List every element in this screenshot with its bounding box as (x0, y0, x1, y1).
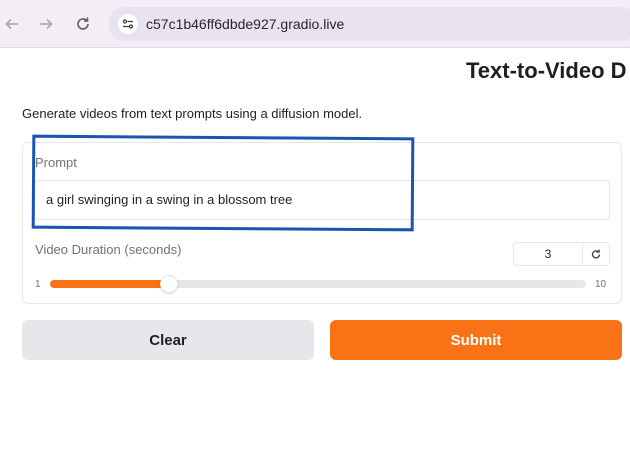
reset-icon[interactable] (582, 242, 610, 266)
duration-slider[interactable] (50, 275, 586, 293)
reload-icon[interactable] (71, 12, 95, 36)
duration-number-input[interactable]: 3 (513, 242, 583, 266)
url-text[interactable]: c57c1b46ff6dbde927.gradio.live (146, 16, 344, 32)
forward-arrow-icon[interactable] (34, 12, 58, 36)
back-arrow-icon[interactable] (0, 12, 24, 36)
slider-fill (50, 280, 170, 288)
page-description: Generate videos from text prompts using … (22, 106, 363, 121)
prompt-input[interactable]: a girl swinging in a swing in a blossom … (34, 180, 610, 220)
slider-max-label: 10 (595, 279, 607, 290)
site-settings-icon[interactable] (118, 14, 138, 34)
browser-toolbar: c57c1b46ff6dbde927.gradio.live (0, 0, 630, 48)
slider-thumb[interactable] (160, 275, 179, 293)
prompt-label: Prompt (35, 155, 77, 170)
input-panel: Prompt a girl swinging in a swing in a b… (22, 142, 622, 304)
prompt-value[interactable]: a girl swinging in a swing in a blossom … (46, 192, 292, 207)
submit-button[interactable]: Submit (330, 320, 622, 360)
duration-label: Video Duration (seconds) (35, 242, 182, 257)
slider-min-label: 1 (35, 279, 41, 290)
address-bar[interactable]: c57c1b46ff6dbde927.gradio.live (108, 7, 630, 41)
page-title: Text-to-Video D (466, 58, 627, 83)
clear-button[interactable]: Clear (22, 320, 314, 360)
